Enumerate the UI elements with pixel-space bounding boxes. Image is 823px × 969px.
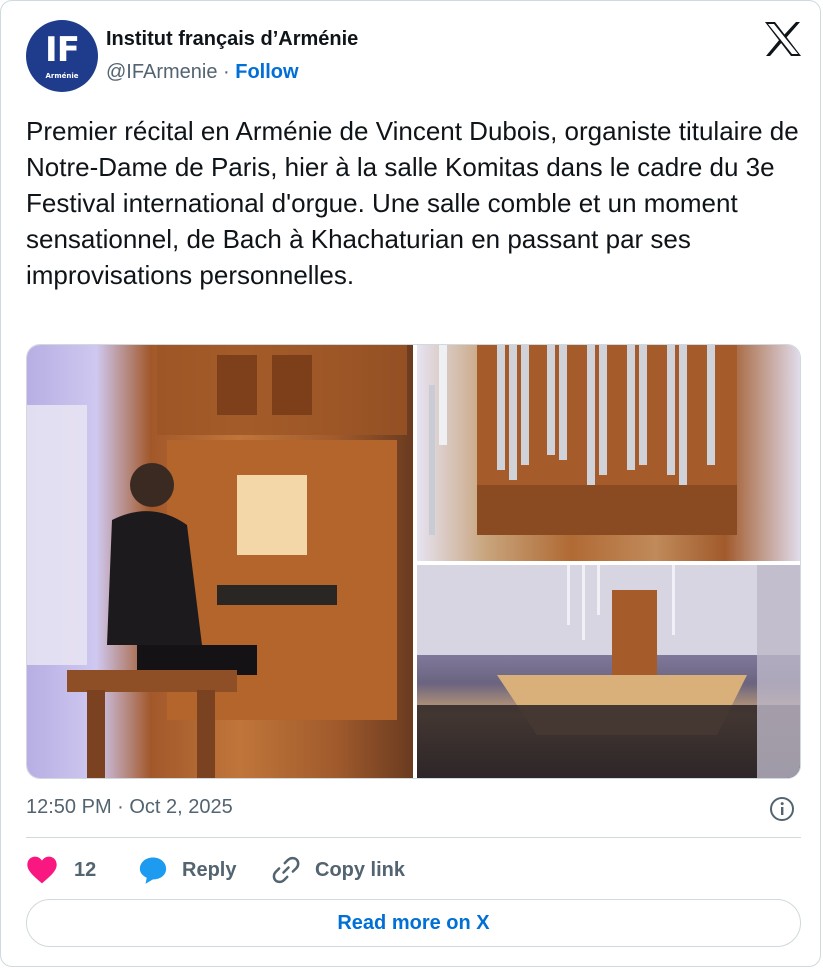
like-button[interactable]: 12 bbox=[26, 853, 96, 887]
author-handle[interactable]: @IFArmenie bbox=[106, 61, 217, 83]
media-grid[interactable] bbox=[26, 344, 801, 779]
organ-pipes-illustration bbox=[429, 345, 737, 535]
organist-illustration bbox=[27, 345, 407, 778]
tweet-timestamp[interactable]: 12:50 PM · Oct 2, 2025 bbox=[26, 796, 233, 819]
like-count: 12 bbox=[74, 858, 97, 881]
reply-bubble-icon bbox=[139, 857, 167, 884]
author-handle-row: @IFArmenie · Follow bbox=[106, 61, 299, 84]
concert-hall-photo[interactable] bbox=[417, 565, 800, 778]
copy-link-label: Copy link bbox=[315, 858, 406, 881]
organ-pipes-photo[interactable] bbox=[417, 345, 800, 561]
handle-separator: · bbox=[223, 61, 230, 83]
tweet-card: IF Arménie Institut français d’Arménie @… bbox=[0, 0, 821, 967]
read-more-button[interactable]: Read more on X bbox=[26, 899, 801, 947]
divider bbox=[26, 837, 801, 838]
copy-link-button[interactable]: Copy link bbox=[271, 853, 405, 887]
author-name[interactable]: Institut français d’Arménie bbox=[106, 28, 358, 51]
heart-icon bbox=[27, 856, 57, 884]
action-bar: 12 Reply Copy link bbox=[26, 853, 801, 887]
avatar-subtitle: Arménie bbox=[45, 72, 79, 80]
x-logo-icon[interactable] bbox=[763, 21, 803, 57]
avatar[interactable]: IF Arménie bbox=[26, 20, 98, 92]
reply-label: Reply bbox=[182, 858, 237, 881]
reply-button[interactable]: Reply bbox=[138, 853, 236, 887]
info-icon[interactable] bbox=[769, 796, 795, 822]
tweet-text: Premier récital en Arménie de Vincent Du… bbox=[26, 116, 799, 290]
avatar-monogram: IF bbox=[45, 30, 80, 70]
link-icon bbox=[272, 856, 300, 884]
organist-at-console-photo[interactable] bbox=[27, 345, 413, 778]
follow-link[interactable]: Follow bbox=[235, 61, 298, 83]
concert-hall-illustration bbox=[417, 565, 800, 778]
